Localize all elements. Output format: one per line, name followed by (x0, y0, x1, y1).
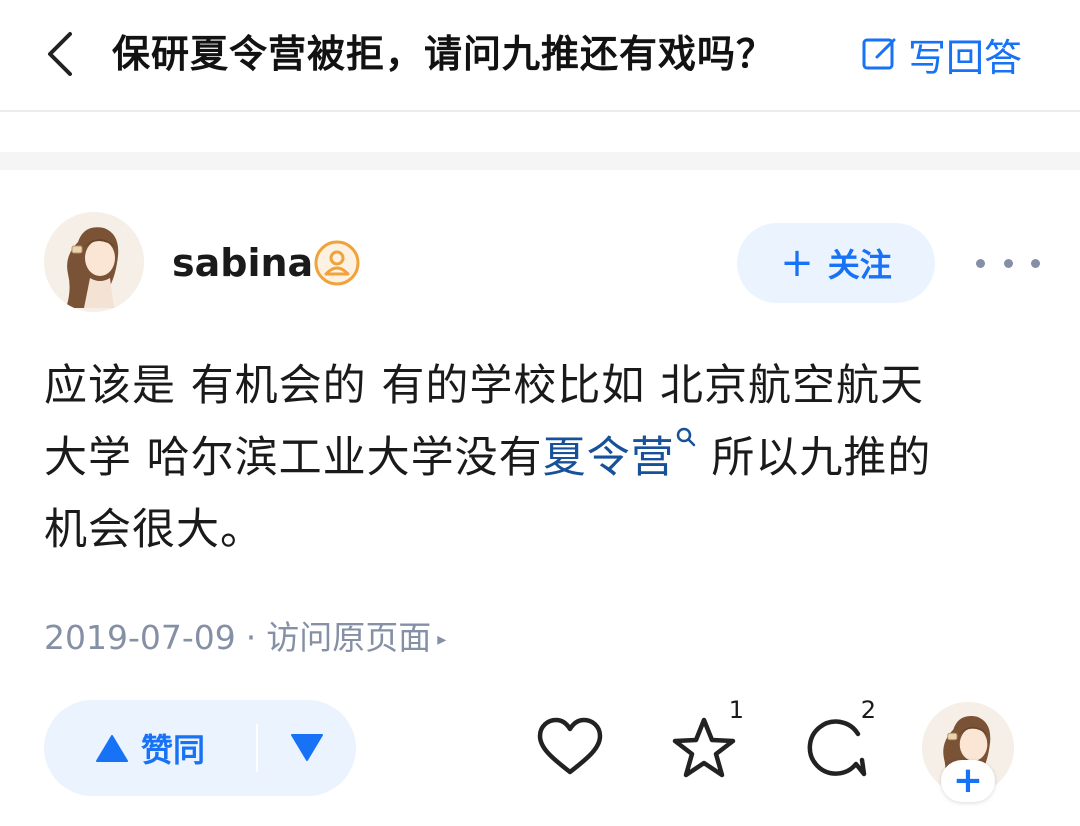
author-avatar[interactable] (44, 212, 144, 312)
follow-button[interactable]: + 关注 (737, 223, 935, 303)
follow-author-plus-button[interactable]: + (941, 760, 995, 802)
keyword-link[interactable]: 夏令营 (542, 427, 697, 483)
vote-group: 赞同 (44, 700, 356, 796)
triangle-up-icon (95, 735, 128, 762)
favorite-button[interactable]: 1 (668, 696, 744, 784)
answer-line: 应该是 有机会的 有的学校比如 北京航空航天 (44, 361, 925, 411)
avatar-illustration (44, 212, 144, 312)
question-title[interactable]: 保研夏令营被拒，请问九推还有戏吗？ (112, 28, 775, 80)
answer-line: 大学 哈尔滨工业大学没有夏令营 所以九推的 (44, 422, 1044, 494)
back-button[interactable] (38, 26, 86, 82)
answer-meta: 2019-07-09 · 访问原页面 ▸ (44, 616, 446, 662)
user-badge-icon (314, 240, 360, 286)
write-answer-button[interactable]: 写回答 (860, 28, 1022, 80)
answer-text: 大学 哈尔滨工业大学没有 (44, 433, 543, 483)
more-dot (1031, 258, 1040, 268)
meta-separator: · (245, 618, 257, 657)
section-divider (0, 152, 1080, 170)
more-dot (1003, 258, 1013, 268)
triangle-right-icon: ▸ (437, 628, 447, 650)
comment-button[interactable]: 2 (800, 696, 876, 784)
edit-icon (862, 38, 896, 70)
follow-label: 关注 (827, 246, 892, 284)
chevron-left-icon (48, 32, 72, 76)
top-bar: 保研夏令营被拒，请问九推还有戏吗？ 写回答 (0, 0, 1080, 112)
answer-text: 所以九推的 (696, 433, 932, 483)
upvote-button[interactable]: 赞同 (44, 700, 256, 796)
visit-original-link[interactable]: 访问原页面 ▸ (266, 618, 446, 657)
author-name[interactable]: sabina (172, 238, 313, 288)
keyword-label: 夏令营 (542, 433, 675, 483)
more-dots-icon[interactable] (976, 245, 1040, 281)
heart-icon (537, 717, 603, 775)
plus-icon: + (780, 240, 814, 286)
more-dot (976, 258, 985, 268)
upvote-label: 赞同 (140, 731, 205, 769)
answer-line: 机会很大。 (44, 505, 264, 555)
downvote-button[interactable] (258, 700, 356, 796)
answer-content: 应该是 有机会的 有的学校比如 北京航空航天 大学 哈尔滨工业大学没有夏令营 所… (44, 350, 1044, 566)
triangle-down-icon (291, 734, 323, 761)
comment-count: 2 (860, 696, 876, 724)
like-button[interactable] (534, 712, 606, 784)
write-answer-label: 写回答 (907, 35, 1022, 80)
search-icon (676, 427, 695, 447)
answer-date: 2019-07-09 (44, 618, 236, 657)
visit-original-label: 访问原页面 (266, 618, 432, 657)
favorite-count: 1 (728, 696, 744, 724)
